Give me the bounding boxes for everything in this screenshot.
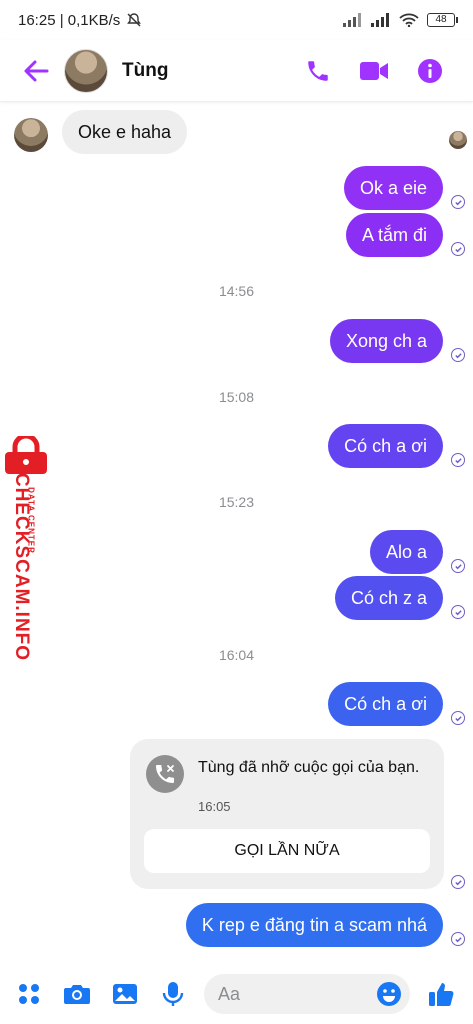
- image-icon: [113, 984, 137, 1004]
- seen-check-icon: [451, 605, 465, 619]
- gallery-button[interactable]: [108, 977, 142, 1011]
- missed-call-text: Tùng đã nhỡ cuộc gọi của bạn.: [198, 759, 420, 776]
- contact-name[interactable]: Tùng: [122, 60, 168, 82]
- lock-icon: [5, 436, 47, 474]
- message-bubble-outgoing[interactable]: Có ch z a: [334, 576, 443, 620]
- message-bubble-outgoing[interactable]: A tắm đi: [345, 213, 443, 257]
- call-again-button[interactable]: GỌI LẦN NỮA: [144, 829, 430, 873]
- info-icon: [418, 58, 442, 83]
- emoji-icon[interactable]: [376, 981, 402, 1007]
- composer-bar: Aa: [0, 964, 473, 1024]
- seen-check-icon: [451, 932, 465, 946]
- seen-check-icon: [451, 242, 465, 256]
- back-button[interactable]: [16, 51, 56, 91]
- message-bubble-incoming[interactable]: Oke e haha: [62, 110, 188, 154]
- info-button[interactable]: [415, 56, 445, 86]
- voice-call-button[interactable]: [303, 56, 333, 86]
- header-actions: [303, 56, 445, 86]
- status-bar: 16:25 | 0,1KB/s 48: [0, 0, 473, 40]
- back-arrow-icon: [24, 60, 49, 81]
- sender-avatar: [14, 118, 48, 152]
- message-bubble-outgoing[interactable]: Có ch a ơi: [328, 682, 443, 726]
- missed-call-card: Tùng đã nhỡ cuộc gọi của bạn. 16:05 GỌI …: [130, 739, 444, 889]
- message-bubble-outgoing[interactable]: Có ch a ơi: [328, 424, 443, 468]
- chat-header: Tùng: [0, 40, 473, 102]
- status-time: 16:25 | 0,1KB/s: [18, 11, 121, 29]
- wifi-icon: [399, 13, 419, 27]
- seen-check-icon: [451, 348, 465, 362]
- video-icon: [360, 61, 388, 80]
- message-input[interactable]: Aa: [204, 974, 410, 1014]
- message-list[interactable]: Oke e haha Ok a eie A tắm đi 14:56 Xong …: [0, 102, 473, 964]
- seen-check-icon: [451, 559, 465, 573]
- message-input-placeholder: Aa: [218, 983, 241, 1004]
- signal-icon-2: [371, 13, 389, 27]
- apps-icon: [19, 984, 39, 1004]
- seen-check-icon: [451, 875, 465, 889]
- time-separator: 15:23: [218, 494, 255, 510]
- seen-check-icon: [451, 195, 465, 209]
- watermark-main: CHECKSCAM.INFO: [11, 472, 32, 662]
- watermark: DATA CENTER CHECKSCAM.INFO: [0, 436, 54, 666]
- message-bubble-outgoing[interactable]: K rep e đăng tin a scam nhá: [185, 903, 443, 947]
- battery-indicator: 48: [427, 13, 458, 27]
- message-bubble-outgoing[interactable]: Ok a eie: [343, 166, 443, 210]
- missed-call-time: 16:05: [198, 799, 231, 814]
- signal-icon: [343, 13, 361, 27]
- phone-icon: [308, 60, 328, 81]
- contact-avatar[interactable]: [64, 48, 108, 93]
- time-separator: 15:08: [218, 389, 255, 405]
- seen-check-icon: [451, 711, 465, 725]
- read-receipt-avatar: [449, 131, 467, 149]
- like-button[interactable]: [424, 977, 458, 1011]
- voice-button[interactable]: [156, 977, 190, 1011]
- time-separator: 14:56: [218, 283, 255, 299]
- mic-icon: [162, 982, 184, 1006]
- time-separator: 16:04: [218, 647, 255, 663]
- status-left: 16:25 | 0,1KB/s: [18, 12, 142, 29]
- like-icon: [429, 983, 454, 1006]
- camera-button[interactable]: [60, 977, 94, 1011]
- missed-call-icon: [146, 755, 184, 793]
- video-call-button[interactable]: [359, 56, 389, 86]
- camera-icon: [64, 985, 90, 1004]
- status-right: 48: [343, 13, 458, 27]
- message-bubble-outgoing[interactable]: Alo a: [369, 530, 443, 574]
- bell-muted-icon: [127, 13, 142, 27]
- apps-button[interactable]: [12, 977, 46, 1011]
- seen-check-icon: [451, 453, 465, 467]
- message-bubble-outgoing[interactable]: Xong ch a: [329, 319, 443, 363]
